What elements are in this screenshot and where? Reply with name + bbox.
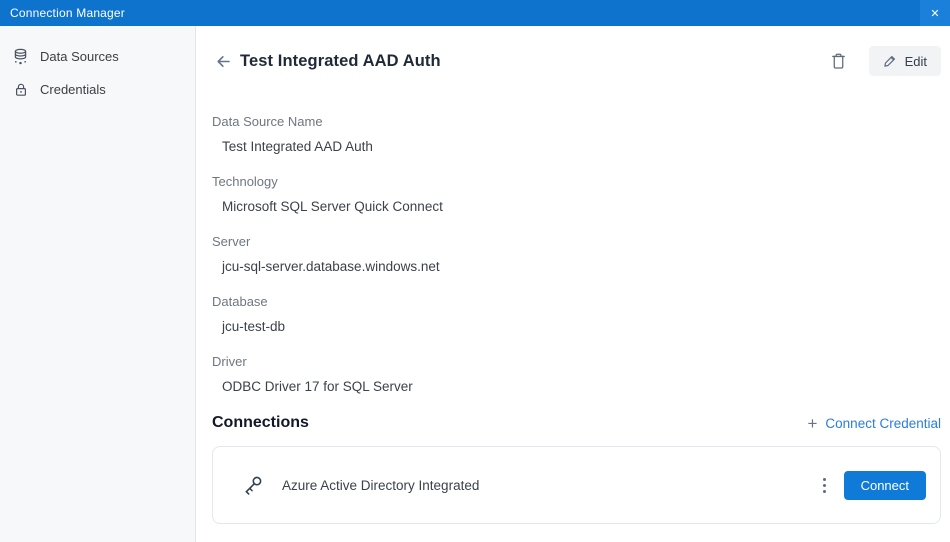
connect-button[interactable]: Connect <box>843 470 926 500</box>
sidebar: Data Sources Credentials <box>0 26 196 542</box>
field-label: Database <box>212 294 268 309</box>
sidebar-item-credentials[interactable]: Credentials <box>0 73 195 106</box>
titlebar: Connection Manager ✕ <box>0 0 950 26</box>
back-button[interactable] <box>212 50 234 72</box>
app-body: Data Sources Credentials Test Integrated… <box>0 26 950 542</box>
connection-menu-button[interactable] <box>815 472 835 498</box>
page-title: Test Integrated AAD Auth <box>240 51 441 70</box>
connections-heading: Connections <box>212 414 309 431</box>
connection-name: Azure Active Directory Integrated <box>282 477 480 493</box>
field-data-source-name: Data Source Name Test Integrated AAD Aut… <box>212 114 941 154</box>
field-technology: Technology Microsoft SQL Server Quick Co… <box>212 174 941 214</box>
field-value: jcu-test-db <box>222 319 286 334</box>
edit-button-label: Edit <box>904 53 927 69</box>
field-label: Data Source Name <box>212 114 323 129</box>
field-server: Server jcu-sql-server.database.windows.n… <box>212 234 941 274</box>
field-list: Data Source Name Test Integrated AAD Aut… <box>212 114 941 394</box>
connect-credential-label: Connect Credential <box>825 415 941 431</box>
window-title: Connection Manager <box>10 6 126 20</box>
connection-card: Azure Active Directory Integrated Connec… <box>212 446 941 524</box>
plus-icon: + <box>807 413 818 433</box>
trash-icon <box>832 53 845 69</box>
connect-credential-link[interactable]: + Connect Credential <box>807 415 941 432</box>
lock-icon <box>12 81 29 98</box>
sidebar-item-data-sources[interactable]: Data Sources <box>0 40 195 73</box>
sidebar-item-label: Data Sources <box>40 49 119 64</box>
kebab-icon <box>823 477 827 481</box>
field-value: Test Integrated AAD Auth <box>222 139 373 154</box>
database-icon <box>12 48 29 65</box>
field-value: jcu-sql-server.database.windows.net <box>222 259 440 274</box>
sidebar-item-label: Credentials <box>40 82 106 97</box>
field-label: Server <box>212 234 251 249</box>
close-icon: ✕ <box>930 7 940 20</box>
field-value: ODBC Driver 17 for SQL Server <box>222 379 413 394</box>
pencil-icon <box>883 56 895 67</box>
field-label: Driver <box>212 354 247 369</box>
field-value: Microsoft SQL Server Quick Connect <box>222 199 443 214</box>
field-label: Technology <box>212 174 278 189</box>
edit-button[interactable]: Edit <box>868 46 941 76</box>
field-driver: Driver ODBC Driver 17 for SQL Server <box>212 354 941 394</box>
back-arrow-icon <box>216 55 230 67</box>
key-icon <box>241 473 265 497</box>
connections-header: Connections + Connect Credential <box>212 414 941 432</box>
detail-header: Test Integrated AAD Auth Edit <box>212 46 941 76</box>
detail-panel: Test Integrated AAD Auth Edit Data Sourc <box>196 26 950 542</box>
field-database: Database jcu-test-db <box>212 294 941 334</box>
delete-button[interactable] <box>825 47 853 75</box>
close-button[interactable]: ✕ <box>920 0 950 26</box>
